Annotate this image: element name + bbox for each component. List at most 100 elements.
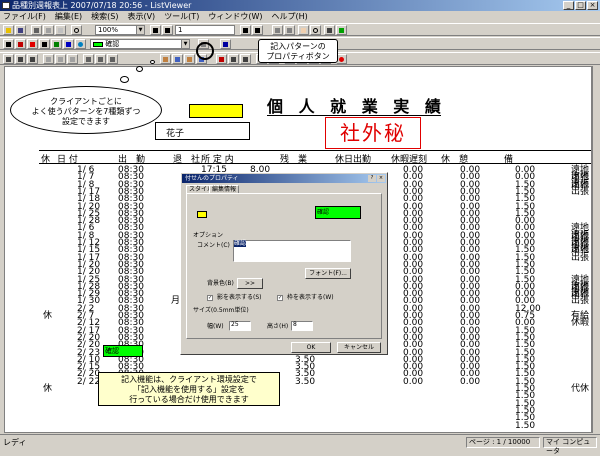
- menu-window[interactable]: ウィンドウ(W): [208, 11, 262, 23]
- tab-edit-info[interactable]: 編集情報: [209, 185, 240, 193]
- zoom-tool-button[interactable]: [310, 25, 321, 35]
- view-button-15[interactable]: [228, 54, 239, 64]
- yellow-sticky-note[interactable]: [189, 104, 243, 118]
- status-page: ページ : 1 / 10000: [466, 437, 540, 448]
- first-page-icon: [153, 28, 158, 33]
- kyuka-cell: 0.00: [460, 376, 481, 387]
- pattern-extra-button[interactable]: [220, 39, 231, 49]
- stamp-icon: [18, 42, 23, 47]
- last-page-button[interactable]: [252, 25, 263, 35]
- prev-page-icon: [165, 28, 170, 33]
- menu-search[interactable]: 検索(S): [91, 11, 118, 23]
- fit-button[interactable]: [324, 25, 335, 35]
- view-button-16[interactable]: [240, 54, 251, 64]
- marker-tool-button[interactable]: [51, 39, 62, 49]
- stamp-tool-button[interactable]: [15, 39, 26, 49]
- report-title: 個 人 就 業 実 績: [267, 97, 446, 116]
- date-cell: 2/ 22: [77, 376, 101, 387]
- shadow-checkbox[interactable]: ✓: [207, 295, 213, 301]
- open-button[interactable]: [3, 25, 14, 35]
- window-icon: [219, 57, 224, 62]
- color-button[interactable]: [336, 25, 347, 35]
- hand-button[interactable]: [298, 25, 309, 35]
- view-button-1[interactable]: [3, 54, 14, 64]
- fit-icon: [327, 28, 332, 33]
- month-mark: 月: [171, 296, 181, 307]
- cancel-button[interactable]: キャンセル: [337, 342, 381, 353]
- vertical-scrollbar[interactable]: [592, 66, 600, 433]
- width-field[interactable]: 25: [229, 321, 251, 331]
- view-button-11[interactable]: [172, 54, 183, 64]
- prev-page-button[interactable]: [162, 25, 173, 35]
- view-button-3[interactable]: [27, 54, 38, 64]
- print-button[interactable]: [31, 25, 42, 35]
- title-bar: 品種別週報表上 2007/07/18 20:56 - ListViewer _ …: [0, 0, 600, 11]
- preview-button[interactable]: [43, 25, 54, 35]
- callout-properties-button: 記入パターンの プロパティボタン: [258, 39, 338, 63]
- menu-tools[interactable]: ツール(T): [164, 11, 199, 23]
- view-button-2[interactable]: [15, 54, 26, 64]
- dialog-title-text: 付せんのプロパティ: [185, 175, 239, 182]
- view-button-14[interactable]: [216, 54, 227, 64]
- view-button-5[interactable]: [55, 54, 66, 64]
- zoom-tool-icon: [313, 28, 318, 33]
- pen-tool-button[interactable]: [27, 39, 38, 49]
- border-label: 枠を表示する(W): [287, 294, 334, 301]
- view-button-12[interactable]: [184, 54, 195, 64]
- comment-value: 確認: [234, 240, 247, 247]
- save-button[interactable]: [15, 25, 26, 35]
- page-input[interactable]: 1: [175, 25, 235, 35]
- menu-view[interactable]: 表示(V): [127, 11, 155, 23]
- view-button-6[interactable]: [67, 54, 78, 64]
- zoom-select[interactable]: 100% ▼: [95, 25, 145, 35]
- highlight-circle: [196, 42, 214, 60]
- find-icon: [275, 28, 280, 33]
- sticky-properties-dialog: 付せんのプロパティ ? × スタイル 編集情報 確認 オプション コメント(C)…: [180, 172, 388, 355]
- pattern-select[interactable]: 確認 ▼: [90, 39, 190, 49]
- option-label: オプション: [193, 232, 224, 239]
- select-tool-button[interactable]: [3, 39, 14, 49]
- maximize-button[interactable]: □: [575, 1, 586, 10]
- eraser-tool-button[interactable]: [63, 39, 74, 49]
- line-tool-button[interactable]: [39, 39, 50, 49]
- bg-color-button[interactable]: >>: [237, 278, 263, 289]
- thought-dot-2: [136, 66, 143, 72]
- header-kyukei: 休 憩: [441, 155, 469, 165]
- font-button[interactable]: フォント(F)...: [305, 268, 351, 279]
- close-button[interactable]: ×: [587, 1, 598, 10]
- green-sticky-note[interactable]: 確認: [103, 345, 143, 357]
- window-icon: [231, 57, 236, 62]
- view-button-8[interactable]: [95, 54, 106, 64]
- preview-sticky: 確認: [315, 206, 361, 219]
- minimize-button[interactable]: _: [563, 1, 574, 10]
- ok-button[interactable]: OK: [291, 342, 331, 353]
- comment-field[interactable]: 確認: [233, 240, 351, 262]
- find-next-button[interactable]: [284, 25, 295, 35]
- magnifier-icon: [74, 28, 79, 33]
- globe-tool-button[interactable]: [75, 39, 86, 49]
- dialog-panel: 確認 オプション コメント(C) 確認 フォント(F)... 背景色(B) >>…: [186, 193, 382, 339]
- line-icon: [42, 42, 47, 47]
- disk-icon: [18, 28, 23, 33]
- view-button-10[interactable]: [160, 54, 171, 64]
- first-page-button[interactable]: [150, 25, 161, 35]
- status-computer: マイ コンピュータ: [543, 437, 597, 455]
- next-page-button[interactable]: [240, 25, 251, 35]
- view-button-7[interactable]: [83, 54, 94, 64]
- find-button[interactable]: [272, 25, 283, 35]
- window-title: 品種別週報表上 2007/07/18 20:56 - ListViewer: [12, 1, 192, 10]
- copy-button[interactable]: [55, 25, 66, 35]
- confidential-stamp[interactable]: 社外秘: [325, 117, 421, 149]
- help-button[interactable]: ?: [368, 175, 376, 182]
- header-zangyo: 残 業: [280, 155, 308, 165]
- menu-edit[interactable]: 編集(E): [55, 11, 82, 23]
- zoom-button[interactable]: [71, 25, 82, 35]
- dialog-close-button[interactable]: ×: [377, 175, 385, 182]
- header-date: 日 付: [57, 155, 78, 165]
- menu-file[interactable]: ファイル(F): [3, 11, 46, 23]
- border-checkbox[interactable]: ✓: [277, 295, 283, 301]
- height-field[interactable]: 8: [291, 321, 313, 331]
- menu-help[interactable]: ヘルプ(H): [271, 11, 307, 23]
- view-button-9[interactable]: [107, 54, 118, 64]
- view-button-4[interactable]: [43, 54, 54, 64]
